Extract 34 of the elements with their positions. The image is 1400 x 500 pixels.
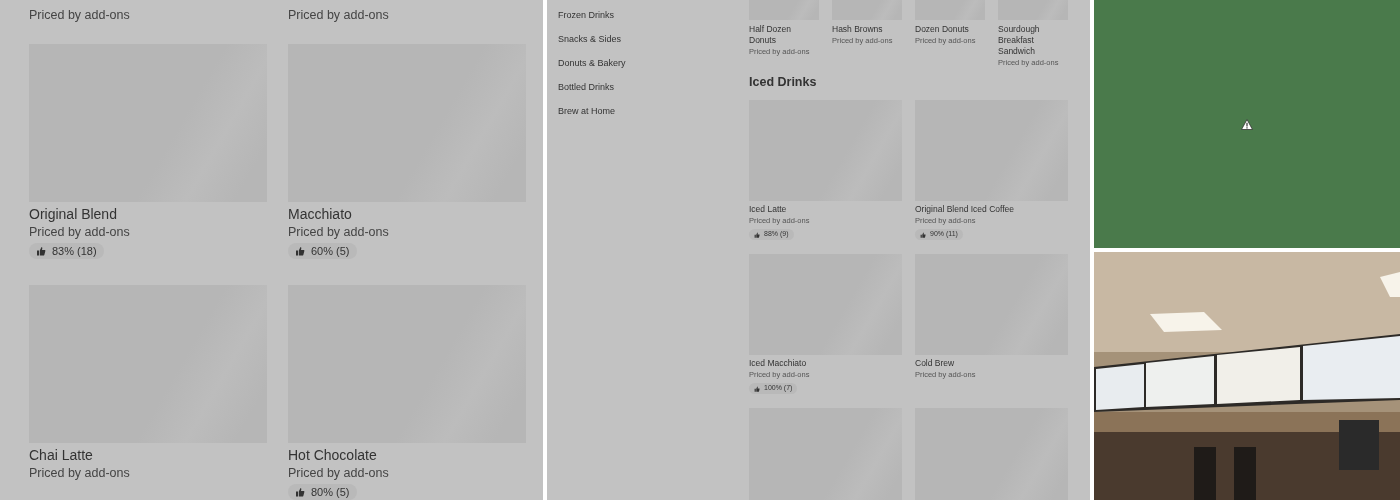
sidebar-item[interactable]: Brew at Home [558, 104, 749, 118]
item-title: Dozen Donuts [915, 24, 970, 35]
sidebar-item[interactable]: Donuts & Bakery [558, 56, 749, 70]
rating-badge: 83% (18) [29, 243, 104, 259]
item-price: Priced by add-ons [29, 465, 131, 482]
item-title: Chai Latte [29, 446, 94, 465]
item-price: Priced by add-ons [288, 465, 390, 482]
sidebar-item[interactable]: Snacks & Sides [558, 32, 749, 46]
item-title: Cold Brew [915, 357, 956, 369]
thumbs-up-icon [754, 385, 760, 392]
rating-badge: 80% (5) [288, 484, 357, 500]
thumbs-up-icon [754, 231, 760, 238]
item-title: Iced Macchiato [749, 357, 808, 369]
item-title: Sourdough Breakfast Sandwich [998, 24, 1041, 57]
item-price: Priced by add-ons [288, 7, 390, 24]
item-title: Half Dozen Donuts [749, 24, 793, 46]
item-price: Priced by add-ons [29, 7, 131, 24]
item-title: Macchiato [288, 205, 353, 224]
sidebar-item[interactable]: Bottled Drinks [558, 80, 749, 94]
item-title: Iced Latte [749, 203, 788, 215]
thumbs-up-icon [36, 246, 46, 256]
item-price: Priced by add-ons [29, 224, 131, 241]
warning-icon [1241, 118, 1253, 130]
thumbs-up-icon [920, 231, 926, 238]
section-heading: Iced Drinks [749, 74, 818, 90]
thumbs-up-icon [295, 246, 305, 256]
item-title: Original Blend Iced Coffee [915, 203, 1016, 215]
item-price: Priced by add-ons [288, 224, 390, 241]
item-title: Hot Chocolate [288, 446, 378, 465]
rating-badge: 60% (5) [288, 243, 357, 259]
thumbs-up-icon [295, 487, 305, 497]
item-title: Original Blend [29, 205, 118, 224]
item-title: Hash Browns [832, 24, 884, 35]
sidebar-item[interactable]: Frozen Drinks [558, 8, 749, 22]
